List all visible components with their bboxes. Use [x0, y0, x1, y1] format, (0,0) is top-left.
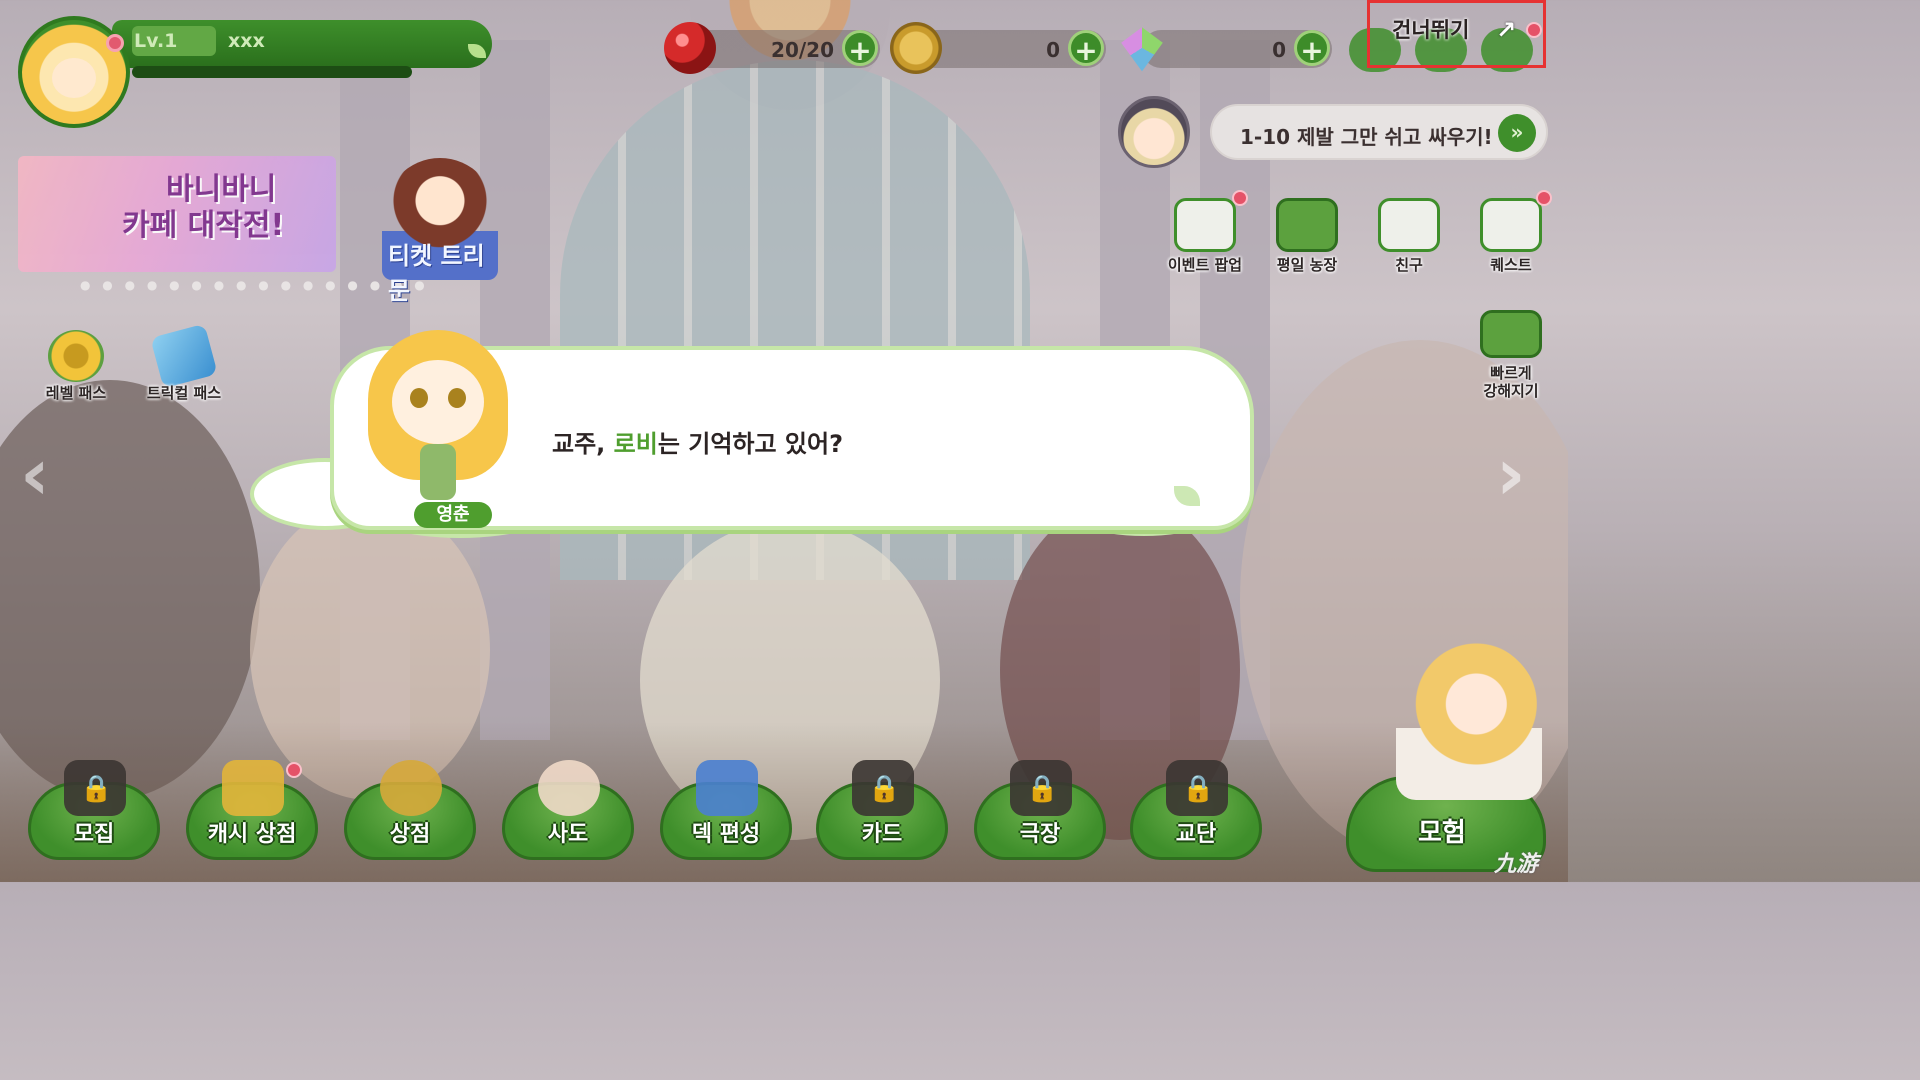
tv-leaf-icon [1480, 310, 1542, 358]
ticket-event-banner[interactable]: 티켓 트리문 [382, 158, 498, 305]
quest-banner[interactable]: 1-10 제발 그만 쉬고 싸우기! » [1210, 104, 1548, 160]
notification-dot [1536, 190, 1552, 206]
add-gem-button[interactable]: + [1294, 30, 1330, 67]
portrait-eye [410, 388, 428, 408]
currency-coin: 0 + [890, 22, 1106, 74]
event-banner-title-1: 바니바니 [166, 172, 277, 207]
nav-card-button[interactable]: 🔒 카드 [816, 760, 948, 860]
banner-page-indicator[interactable]: ● ● ● ● ● ● ● ● ● ● ● ● ● ● ● ● [80, 278, 429, 292]
dialogue-highlight-name: 로비 [613, 430, 658, 458]
currency-value: 20/20 [771, 38, 834, 62]
ruby-orb-icon [664, 22, 716, 74]
lock-icon: 🔒 [80, 774, 113, 804]
player-avatar[interactable] [18, 16, 130, 128]
flower-icon [106, 34, 124, 52]
quest-text: 1-10 제발 그만 쉬고 싸우기! [1240, 125, 1493, 149]
nav-label: 덱 편성 [691, 822, 761, 847]
profile-bar[interactable]: Lv.1 xxx [112, 20, 492, 78]
side-menu-quest[interactable]: 퀘스트 [1466, 198, 1556, 284]
friends-icon [1378, 198, 1440, 252]
avatar-face [52, 58, 96, 98]
speaker-name-tag: 영춘 [414, 502, 492, 528]
nav-label: 상점 [389, 822, 431, 847]
crossed-swords-icon [696, 760, 758, 816]
skip-button[interactable]: 건너뛰기 [1392, 14, 1469, 44]
nav-label: 극장 [1019, 822, 1061, 847]
dialogue-suffix: 는 기억하고 있어? [657, 430, 844, 458]
portrait-eye [448, 388, 466, 408]
side-menu-friends[interactable]: 친구 [1364, 198, 1454, 284]
dialogue-text: 교주, 로비는 기억하고 있어? [552, 424, 843, 459]
nav-label: 모집 [73, 822, 115, 847]
farm-icon [1276, 198, 1338, 252]
quest-icon [1480, 198, 1542, 252]
quick-power-button[interactable]: 빠르게 강해지기 [1466, 310, 1556, 402]
portrait-face [392, 360, 484, 444]
next-arrow-icon[interactable]: › [1496, 432, 1526, 516]
skip-arrow-icon[interactable]: ↗ [1496, 16, 1522, 44]
previous-arrow-icon[interactable]: ‹ [20, 432, 50, 516]
quest-npc-avatar [1118, 96, 1190, 168]
nav-deck-button[interactable]: 덱 편성 [660, 760, 792, 860]
side-menu-label: 친구 [1395, 256, 1423, 274]
nav-label: 사도 [547, 822, 589, 847]
side-menu-label: 이벤트 팝업 [1167, 256, 1243, 274]
lock-icon: 🔒 [1026, 774, 1059, 804]
pass-label: 레벨 패스 [45, 384, 107, 402]
currency-gem: 0 + [1116, 26, 1332, 72]
leaf-icon [468, 44, 486, 58]
pass-label: 트릭컬 패스 [146, 384, 222, 402]
lock-icon: 🔒 [868, 774, 901, 804]
exp-bar [132, 66, 412, 78]
nav-recruit-button[interactable]: 🔒 모집 [28, 760, 160, 860]
dialogue-prefix: 교주, [552, 430, 614, 458]
level-pass-button[interactable]: 레벨 패스 [26, 330, 126, 410]
nav-shop-button[interactable]: 상점 [344, 760, 476, 860]
event-banner-title-2: 카페 대작전! [122, 208, 285, 243]
side-menu-label: 평일 농장 [1276, 256, 1338, 274]
trickcal-pass-button[interactable]: 트릭컬 패스 [134, 323, 234, 410]
currency-value: 0 [1046, 38, 1060, 62]
ticket-banner-title: 티켓 트리문 [388, 242, 485, 305]
sunflower-icon [48, 330, 104, 382]
notification-dot [1232, 190, 1248, 206]
portrait-body [420, 444, 456, 500]
double-chevron-icon[interactable]: » [1498, 114, 1536, 152]
speaker-portrait [348, 320, 528, 520]
side-menu-event-popup[interactable]: 이벤트 팝업 [1160, 198, 1250, 284]
nav-label: 카드 [861, 822, 903, 847]
nav-theater-button[interactable]: 🔒 극장 [974, 760, 1106, 860]
level-label: Lv.1 [134, 30, 178, 52]
adventure-label: 모험 [1418, 818, 1466, 848]
apostle-portrait-icon [538, 760, 600, 816]
gold-coin-icon [890, 22, 942, 74]
side-menu-label: 퀘스트 [1490, 256, 1532, 274]
hero-character [1396, 640, 1542, 800]
quick-power-label-2: 강해지기 [1483, 382, 1539, 400]
event-banner[interactable]: 바니바니 카페 대작전! [18, 156, 336, 272]
treasure-icon [222, 760, 284, 816]
coin-shop-icon [380, 760, 442, 816]
nav-label: 교단 [1175, 822, 1217, 847]
lock-icon: 🔒 [1182, 774, 1215, 804]
nav-label: 캐시 상점 [207, 822, 297, 847]
watermark-logo: 九游 [1494, 852, 1539, 877]
notification-dot [286, 762, 302, 778]
nav-order-button[interactable]: 🔒 교단 [1130, 760, 1262, 860]
notification-dot [1526, 22, 1542, 38]
add-ruby-button[interactable]: + [842, 30, 878, 67]
side-menu-farm[interactable]: 평일 농장 [1262, 198, 1352, 284]
add-coin-button[interactable]: + [1068, 30, 1104, 67]
ticket-icon [150, 323, 218, 389]
nav-apostle-button[interactable]: 사도 [502, 760, 634, 860]
event-popup-icon [1174, 198, 1236, 252]
player-name: xxx [228, 30, 265, 52]
currency-value: 0 [1272, 38, 1286, 62]
currency-ruby: 20/20 + [664, 22, 880, 74]
